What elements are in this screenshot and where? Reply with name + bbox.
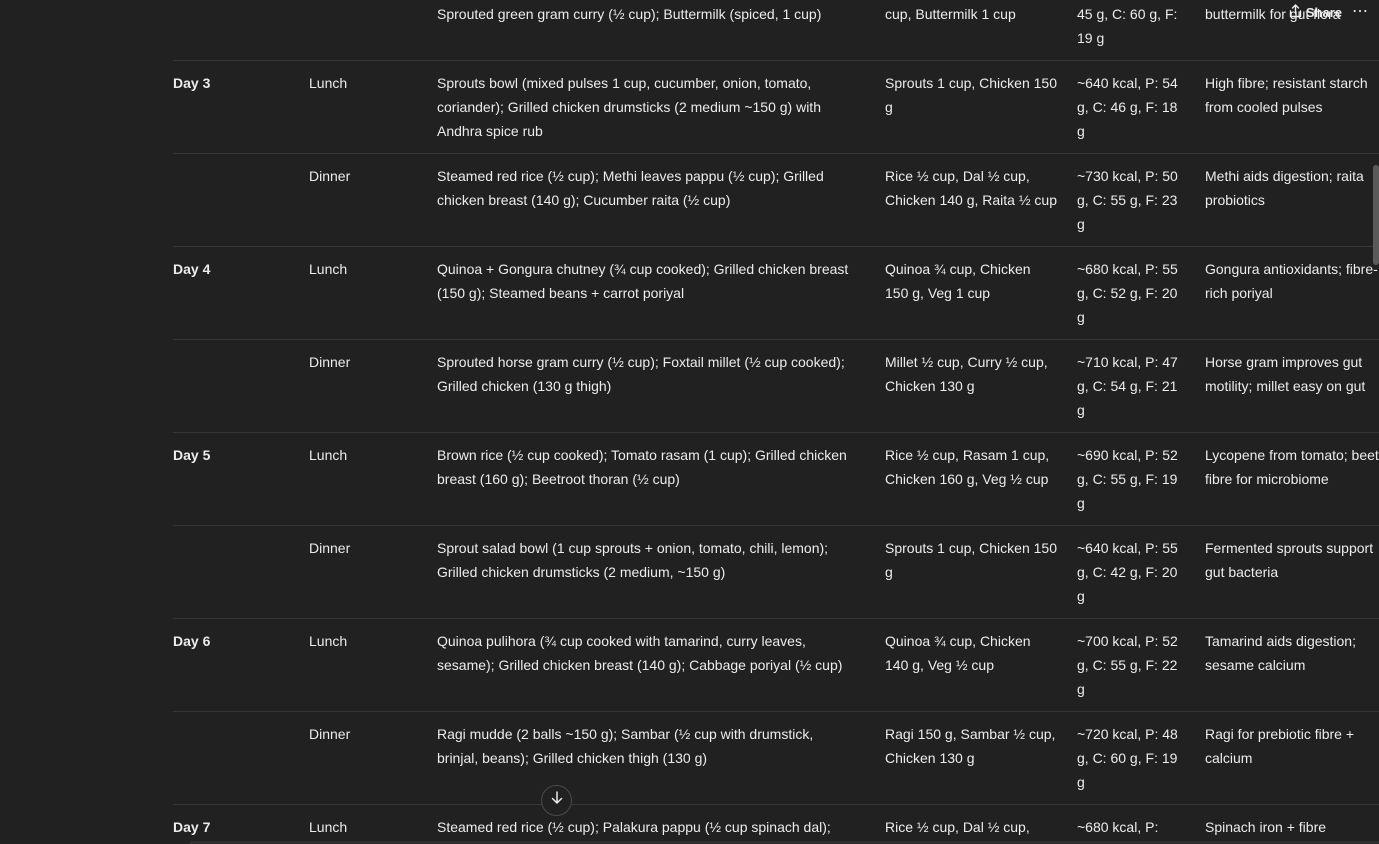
items-cell: Steamed red rice (½ cup); Palakura pappu… bbox=[437, 819, 831, 835]
notes-cell: Tamarind aids digestion; sesame calcium bbox=[1205, 629, 1379, 677]
table-row: Day 5 Lunch Brown rice (½ cup cooked); Tom… bbox=[173, 433, 1379, 526]
macros-cell: ~730 kcal, P: 50 g, C: 55 g, F: 23 g bbox=[1077, 168, 1178, 232]
portion-cell: Quinoa ¾ cup, Chicken 150 g, Veg 1 cup bbox=[885, 261, 1031, 301]
macros-cell: ~720 kcal, P: 48 g, C: 60 g, F: 19 g bbox=[1077, 726, 1178, 790]
table-row: Dinner Steamed red rice (½ cup); Methi le… bbox=[173, 154, 1379, 247]
meal-cell: Dinner bbox=[309, 726, 351, 742]
day-cell: Day 3 bbox=[173, 75, 211, 91]
scroll-to-bottom-button[interactable] bbox=[541, 785, 572, 816]
notes-line: Tamarind aids digestion; bbox=[1205, 633, 1356, 649]
items-cell: Brown rice (½ cup cooked); Tomato rasam … bbox=[437, 447, 847, 487]
notes-line: from cooled pulses bbox=[1205, 99, 1323, 115]
macros-cell: 45 g, C: 60 g, F: 19 g bbox=[1077, 6, 1178, 46]
notes-line: Lycopene from tomato; beet bbox=[1205, 447, 1379, 463]
portion-cell: Sprouts 1 cup, Chicken 150 g bbox=[885, 540, 1057, 580]
notes-line: rich poriyal bbox=[1205, 285, 1273, 301]
meal-cell: Lunch bbox=[309, 819, 348, 835]
meal-plan-table: Sprouted green gram curry (½ cup); Butte… bbox=[173, 0, 1379, 844]
table-row: Day 4 Lunch Quinoa + Gongura chutney (¾ cu… bbox=[173, 247, 1379, 340]
table-row: Sprouted green gram curry (½ cup); Butte… bbox=[173, 0, 1379, 61]
macros-cell: ~700 kcal, P: 52 g, C: 55 g, F: 22 g bbox=[1077, 633, 1178, 697]
table-row: Day 3 Lunch Sprouts bowl (mixed pulses 1 c… bbox=[173, 61, 1379, 154]
notes-cell: Horse gram improves gut motility; millet … bbox=[1205, 350, 1379, 398]
macros-cell: ~680 kcal, P: bbox=[1077, 819, 1159, 835]
portion-cell: Rice ½ cup, Dal ½ cup, bbox=[885, 819, 1030, 835]
notes-cell: Gongura antioxidants; fibre-rich poriyal bbox=[1205, 257, 1379, 305]
notes-cell: Lycopene from tomato; beet fibre for micr… bbox=[1205, 443, 1379, 491]
portion-cell: Ragi 150 g, Sambar ½ cup, Chicken 130 g bbox=[885, 726, 1056, 766]
items-cell: Ragi mudde (2 balls ~150 g); Sambar (½ c… bbox=[437, 726, 814, 766]
table-row: Day 7 Lunch Steamed red rice (½ cup); Pala… bbox=[173, 805, 1379, 844]
macros-cell: ~680 kcal, P: 55 g, C: 52 g, F: 20 g bbox=[1077, 261, 1178, 325]
portion-cell: Millet ½ cup, Curry ½ cup, Chicken 130 g bbox=[885, 354, 1048, 394]
day-cell: Day 7 bbox=[173, 819, 211, 835]
notes-line: fibre for microbiome bbox=[1205, 471, 1329, 487]
notes-line: Gongura antioxidants; fibre- bbox=[1205, 261, 1378, 277]
day-cell: Day 4 bbox=[173, 261, 211, 277]
portion-cell: Quinoa ¾ cup, Chicken 140 g, Veg ½ cup bbox=[885, 633, 1031, 673]
table-row: Dinner Sprouted horse gram curry (½ cup);… bbox=[173, 340, 1379, 433]
notes-line: Spinach iron + fibre bbox=[1205, 819, 1327, 835]
share-icon bbox=[1289, 3, 1302, 21]
meal-cell: Lunch bbox=[309, 633, 348, 649]
items-cell: Quinoa + Gongura chutney (¾ cup cooked);… bbox=[437, 261, 849, 301]
macros-cell: ~690 kcal, P: 52 g, C: 55 g, F: 19 g bbox=[1077, 447, 1178, 511]
scrollbar-thumb[interactable] bbox=[1373, 165, 1379, 265]
notes-line: High fibre; resistant starch bbox=[1205, 75, 1368, 91]
notes-cell: Methi aids digestion; raita probiotics bbox=[1205, 164, 1379, 212]
more-icon: ⋯ bbox=[1352, 3, 1369, 20]
share-button[interactable]: Share bbox=[1289, 3, 1342, 21]
day-cell: Day 5 bbox=[173, 447, 211, 463]
notes-line: sesame calcium bbox=[1205, 657, 1306, 673]
meal-cell: Lunch bbox=[309, 447, 348, 463]
items-cell: Sprouts bowl (mixed pulses 1 cup, cucumb… bbox=[437, 75, 821, 139]
portion-cell: Rice ½ cup, Dal ½ cup, Chicken 140 g, Ra… bbox=[885, 168, 1057, 208]
notes-cell: Fermented sprouts support gut bacteria bbox=[1205, 536, 1379, 584]
notes-line: gut bacteria bbox=[1205, 564, 1279, 580]
notes-line: motility; millet easy on gut bbox=[1205, 378, 1366, 394]
meal-cell: Dinner bbox=[309, 354, 351, 370]
meal-cell: Dinner bbox=[309, 168, 351, 184]
meal-cell: Lunch bbox=[309, 261, 348, 277]
share-label: Share bbox=[1305, 4, 1342, 20]
meal-cell: Lunch bbox=[309, 75, 348, 91]
items-cell: Sprout salad bowl (1 cup sprouts + onion… bbox=[437, 540, 829, 580]
table-row: Day 6 Lunch Quinoa pulihora (¾ cup cooked … bbox=[173, 619, 1379, 712]
portion-cell: cup, Buttermilk 1 cup bbox=[885, 6, 1016, 22]
notes-cell: Spinach iron + fibre bbox=[1205, 815, 1379, 839]
macros-cell: ~640 kcal, P: 54 g, C: 46 g, F: 18 g bbox=[1077, 75, 1178, 139]
day-cell: Day 6 bbox=[173, 633, 211, 649]
notes-cell: Ragi for prebiotic fibre + calcium bbox=[1205, 722, 1379, 770]
meal-cell: Dinner bbox=[309, 540, 351, 556]
macros-cell: ~710 kcal, P: 47 g, C: 54 g, F: 21 g bbox=[1077, 354, 1178, 418]
table-row: Dinner Sprout salad bowl (1 cup sprouts +… bbox=[173, 526, 1379, 619]
notes-line: Ragi for prebiotic fibre + bbox=[1205, 726, 1355, 742]
notes-line: Fermented sprouts support bbox=[1205, 540, 1374, 556]
notes-line: Methi aids digestion; raita bbox=[1205, 168, 1364, 184]
arrow-down-icon bbox=[550, 791, 564, 810]
notes-line: calcium bbox=[1205, 750, 1253, 766]
items-cell: Sprouted horse gram curry (½ cup); Foxta… bbox=[437, 354, 845, 394]
table-row: Dinner Ragi mudde (2 balls ~150 g); Samba… bbox=[173, 712, 1379, 805]
items-cell: Steamed red rice (½ cup); Methi leaves p… bbox=[437, 168, 824, 208]
portion-cell: Rice ½ cup, Rasam 1 cup, Chicken 160 g, … bbox=[885, 447, 1050, 487]
macros-cell: ~640 kcal, P: 55 g, C: 42 g, F: 20 g bbox=[1077, 540, 1178, 604]
top-actions: Share ⋯ bbox=[1259, 0, 1379, 24]
chat-viewport: Sprouted green gram curry (½ cup); Butte… bbox=[0, 0, 1379, 844]
items-cell: Quinoa pulihora (¾ cup cooked with tamar… bbox=[437, 633, 843, 673]
more-options-button[interactable]: ⋯ bbox=[1352, 4, 1369, 20]
notes-line: Horse gram improves gut bbox=[1205, 354, 1363, 370]
notes-line: probiotics bbox=[1205, 192, 1265, 208]
portion-cell: Sprouts 1 cup, Chicken 150 g bbox=[885, 75, 1057, 115]
notes-cell: High fibre; resistant starch from cooled … bbox=[1205, 71, 1379, 119]
items-cell: Sprouted green gram curry (½ cup); Butte… bbox=[437, 6, 822, 22]
